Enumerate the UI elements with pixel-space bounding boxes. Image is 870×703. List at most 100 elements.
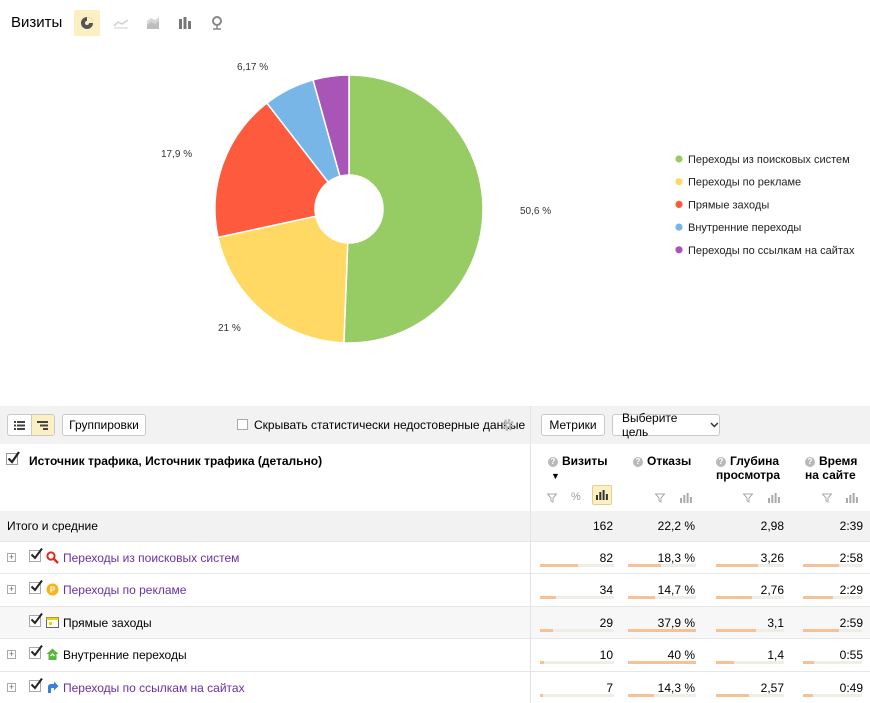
value-bar: [628, 564, 662, 567]
direct-entry-icon: [46, 616, 59, 628]
dimension-checkbox[interactable]: [6, 451, 21, 466]
page-title: Визиты: [11, 14, 63, 31]
value-bar-track: [803, 628, 862, 632]
view-mode-switch: [7, 414, 55, 436]
expand-toggle[interactable]: +: [7, 682, 16, 692]
value-bar-track: [540, 564, 614, 567]
legend-marker: [675, 200, 683, 208]
search-engine-icon: [46, 551, 59, 564]
row-checkbox[interactable]: [29, 612, 43, 627]
value-bar: [628, 661, 696, 665]
sort-desc-icon: ▼: [551, 471, 560, 481]
value-bar: [716, 693, 750, 697]
value-bar-track: [803, 661, 862, 665]
help-icon[interactable]: ?: [805, 457, 815, 467]
value-bar: [628, 693, 654, 697]
pie-slice-1[interactable]: [343, 74, 484, 344]
bars-icon[interactable]: [680, 493, 692, 503]
cell-time: 2:29: [839, 583, 863, 598]
tree-view-button[interactable]: [30, 415, 54, 435]
help-icon[interactable]: ?: [716, 457, 726, 467]
bars-icon[interactable]: [768, 493, 780, 503]
internal-icon: [46, 648, 59, 661]
pie-chart-icon: [81, 17, 93, 29]
row-checkbox[interactable]: [29, 645, 43, 660]
percent-icon[interactable]: %: [571, 491, 581, 503]
bars-icon: [596, 490, 608, 500]
chevron-down-icon: [710, 422, 719, 428]
list-icon: [13, 420, 25, 430]
value-bar-track: [716, 628, 784, 632]
value-bar-track: [628, 628, 696, 632]
gear-icon[interactable]: [501, 418, 515, 432]
line-view-button[interactable]: [108, 10, 134, 36]
area-chart-icon: [147, 17, 159, 29]
help-icon[interactable]: ?: [633, 457, 643, 467]
expand-toggle[interactable]: +: [7, 585, 16, 595]
expand-toggle[interactable]: +: [7, 553, 16, 562]
table-row[interactable]: Прямые заходы 29 37,9 % 3,1 2:59: [0, 605, 870, 638]
goal-select[interactable]: Выберите цель: [612, 411, 720, 439]
value-bar-track: [716, 661, 784, 665]
area-view-button[interactable]: [140, 10, 166, 36]
row-checkbox[interactable]: [29, 677, 43, 692]
map-view-button[interactable]: [204, 10, 230, 36]
bars-toggle-active[interactable]: [592, 485, 612, 505]
filter-icon[interactable]: [822, 493, 832, 503]
value-bar: [628, 628, 696, 632]
dimension-header: Источник трафика, Источник трафика (дета…: [29, 454, 323, 468]
cell-bounce: 40 %: [667, 648, 695, 663]
pie-data-label: 21 %: [218, 323, 241, 334]
table-row[interactable]: + Переходы по ссылкам на сайтах 7 14,3 % 2,5…: [0, 670, 870, 703]
table-row[interactable]: + Переходы из поисковых систем 82 18,3 % 3,2…: [0, 541, 870, 573]
list-view-button[interactable]: [8, 415, 31, 435]
cell-bounce: 14,7 %: [657, 583, 695, 598]
cell-depth: 2,98: [760, 519, 784, 533]
table-row[interactable]: + Внутренние переходы 10 40 % 1,4 0:55: [0, 638, 870, 670]
column-header-bounce[interactable]: ? Отказы: [633, 454, 693, 468]
legend-item[interactable]: Внутренние переходы: [688, 222, 801, 234]
ad-icon: P: [46, 583, 59, 596]
pie-chart: 50,6 % 21 % 17,9 % 6,17 % Переходы из поиско…: [161, 62, 855, 344]
value-bar-track: [540, 596, 614, 600]
column-header-visits[interactable]: ? Визиты ▼: [548, 454, 618, 483]
column-view-button[interactable]: [172, 10, 198, 36]
legend-marker: [675, 155, 683, 163]
source-label[interactable]: Переходы из поисковых систем: [63, 551, 239, 565]
pie-view-button[interactable]: [74, 10, 100, 36]
cell-bounce: 18,3 %: [657, 551, 695, 565]
value-bar-track: [628, 693, 696, 697]
hide-unreliable-checkbox[interactable]: [237, 419, 248, 430]
legend-item[interactable]: Прямые заходы: [688, 199, 769, 211]
table-row[interactable]: + P Переходы по рекламе 34 14,7 % 2,76 2:29: [0, 573, 870, 605]
source-label[interactable]: Переходы по ссылкам на сайтах: [63, 681, 245, 695]
filter-icon[interactable]: [655, 493, 665, 503]
groupings-button[interactable]: Группировки: [62, 414, 146, 436]
bars-icon[interactable]: [846, 493, 858, 503]
row-checkbox[interactable]: [29, 580, 43, 595]
cell-time: 0:55: [839, 648, 863, 663]
filter-icon[interactable]: [547, 493, 557, 503]
value-bar: [540, 693, 543, 697]
legend-marker: [675, 178, 683, 186]
legend-item[interactable]: Переходы из поисковых систем: [688, 154, 850, 166]
filter-icon[interactable]: [743, 493, 753, 503]
value-bar-track: [628, 564, 696, 567]
metrics-button[interactable]: Метрики: [541, 414, 605, 436]
column-header-time[interactable]: ? Время на сайте: [805, 454, 865, 482]
value-bar: [540, 564, 578, 567]
column-header-depth[interactable]: ? Глубина просмотра: [716, 454, 788, 482]
help-icon[interactable]: ?: [548, 457, 558, 467]
cell-visits: 29: [599, 615, 613, 630]
legend-item[interactable]: Переходы по ссылкам на сайтах: [688, 245, 855, 257]
table-header: Источник трафика, Источник трафика (дета…: [0, 444, 870, 511]
expand-toggle[interactable]: +: [7, 650, 16, 660]
cell-visits: 82: [599, 551, 613, 565]
row-checkbox[interactable]: [29, 548, 43, 562]
value-bar: [716, 596, 753, 600]
source-label[interactable]: Переходы по рекламе: [63, 583, 186, 597]
cell-time: 0:49: [839, 680, 863, 695]
value-bar: [716, 628, 757, 632]
legend-item[interactable]: Переходы по рекламе: [688, 177, 801, 189]
cell-visits: 34: [599, 583, 613, 598]
